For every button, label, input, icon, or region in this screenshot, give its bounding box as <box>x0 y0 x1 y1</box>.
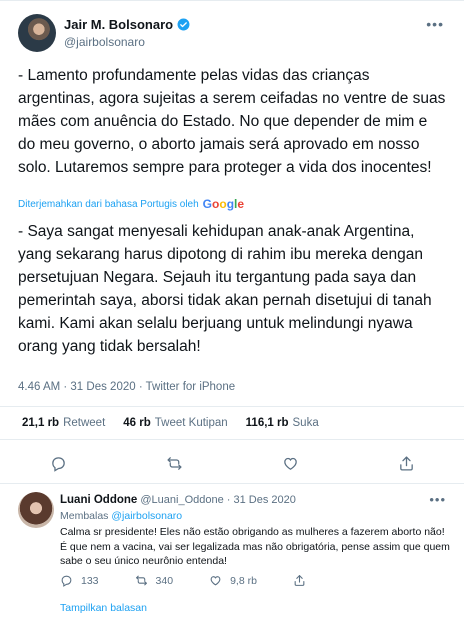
tweet-stats: 21,1 rb Retweet 46 rb Tweet Kutipan 116,1 … <box>0 406 464 440</box>
tweet-actions <box>0 446 464 480</box>
retweet-stat[interactable]: 21,1 rb Retweet <box>22 417 105 429</box>
quote-label: Tweet Kutipan <box>154 417 228 429</box>
reply-more-icon[interactable]: ••• <box>429 492 446 507</box>
reply-text: Calma sr presidente! Eles não estão obri… <box>60 526 450 567</box>
reply-reply-button[interactable]: 133 <box>60 574 99 587</box>
reply-icon[interactable] <box>50 455 67 472</box>
reply-retweet-button[interactable]: 340 <box>135 574 174 587</box>
reply-tweet[interactable]: Luani Oddone @Luani_Oddone · 31 Des 2020… <box>0 483 464 621</box>
verified-icon <box>177 18 190 31</box>
author-handle[interactable]: @jairbolsonaro <box>64 35 145 49</box>
quote-stat[interactable]: 46 rb Tweet Kutipan <box>123 417 227 429</box>
replying-label: Membalas <box>60 510 109 522</box>
tweet-text-translated: - Saya sangat menyesali kehidupan anak-a… <box>18 223 432 355</box>
retweet-count: 21,1 rb <box>22 417 60 429</box>
retweet-label: Retweet <box>63 417 106 429</box>
reply-avatar[interactable] <box>18 492 54 528</box>
reply-reply-count: 133 <box>81 574 99 587</box>
reply-actions: 133 340 9,8 rb <box>60 574 400 587</box>
reply-share-button[interactable] <box>293 574 306 587</box>
reply-like-button[interactable]: 9,8 rb <box>209 574 257 587</box>
translation-notice[interactable]: Diterjemahkan dari bahasa Portugis oleh … <box>18 197 244 211</box>
main-tweet: Jair M. Bolsonaro @jairbolsonaro ••• - L… <box>0 0 464 472</box>
like-icon[interactable] <box>282 455 299 472</box>
reply-retweet-count: 340 <box>155 574 174 587</box>
tweet-meta[interactable]: 4.46 AM · 31 Des 2020 · Twitter for iPho… <box>18 381 235 393</box>
like-label: Suka <box>292 417 319 429</box>
reply-author-handle[interactable]: @Luani_Oddone <box>140 494 223 506</box>
author-name-row: Jair M. Bolsonaro <box>64 17 190 32</box>
author-name[interactable]: Jair M. Bolsonaro <box>64 17 173 32</box>
share-icon <box>294 575 305 586</box>
quote-count: 46 rb <box>123 417 151 429</box>
reply-like-count: 9,8 rb <box>230 574 257 587</box>
like-count: 116,1 rb <box>245 417 289 429</box>
more-icon[interactable]: ••• <box>426 16 444 32</box>
tweet-text-original: - Lamento profundamente pelas vidas das … <box>18 67 446 176</box>
reply-date[interactable]: · 31 Des 2020 <box>227 494 296 506</box>
avatar[interactable] <box>18 14 56 52</box>
like-icon <box>210 576 221 586</box>
reply-author-name[interactable]: Luani Oddone <box>60 494 137 506</box>
translation-label: Diterjemahkan dari bahasa Portugis oleh <box>18 198 199 210</box>
reply-header: Luani Oddone @Luani_Oddone · 31 Des 2020 <box>60 494 296 506</box>
reply-icon <box>61 575 72 587</box>
like-stat[interactable]: 116,1 rb Suka <box>246 417 319 429</box>
share-icon[interactable] <box>398 455 415 472</box>
retweet-icon[interactable] <box>166 455 183 472</box>
retweet-icon <box>135 575 147 586</box>
tweet-header: Jair M. Bolsonaro @jairbolsonaro ••• <box>18 14 448 54</box>
show-replies-link[interactable]: Tampilkan balasan <box>60 602 147 614</box>
replying-to-link[interactable]: @jairbolsonaro <box>111 510 182 522</box>
google-logo: Google <box>202 197 245 211</box>
replying-to: Membalas @jairbolsonaro <box>60 510 182 522</box>
